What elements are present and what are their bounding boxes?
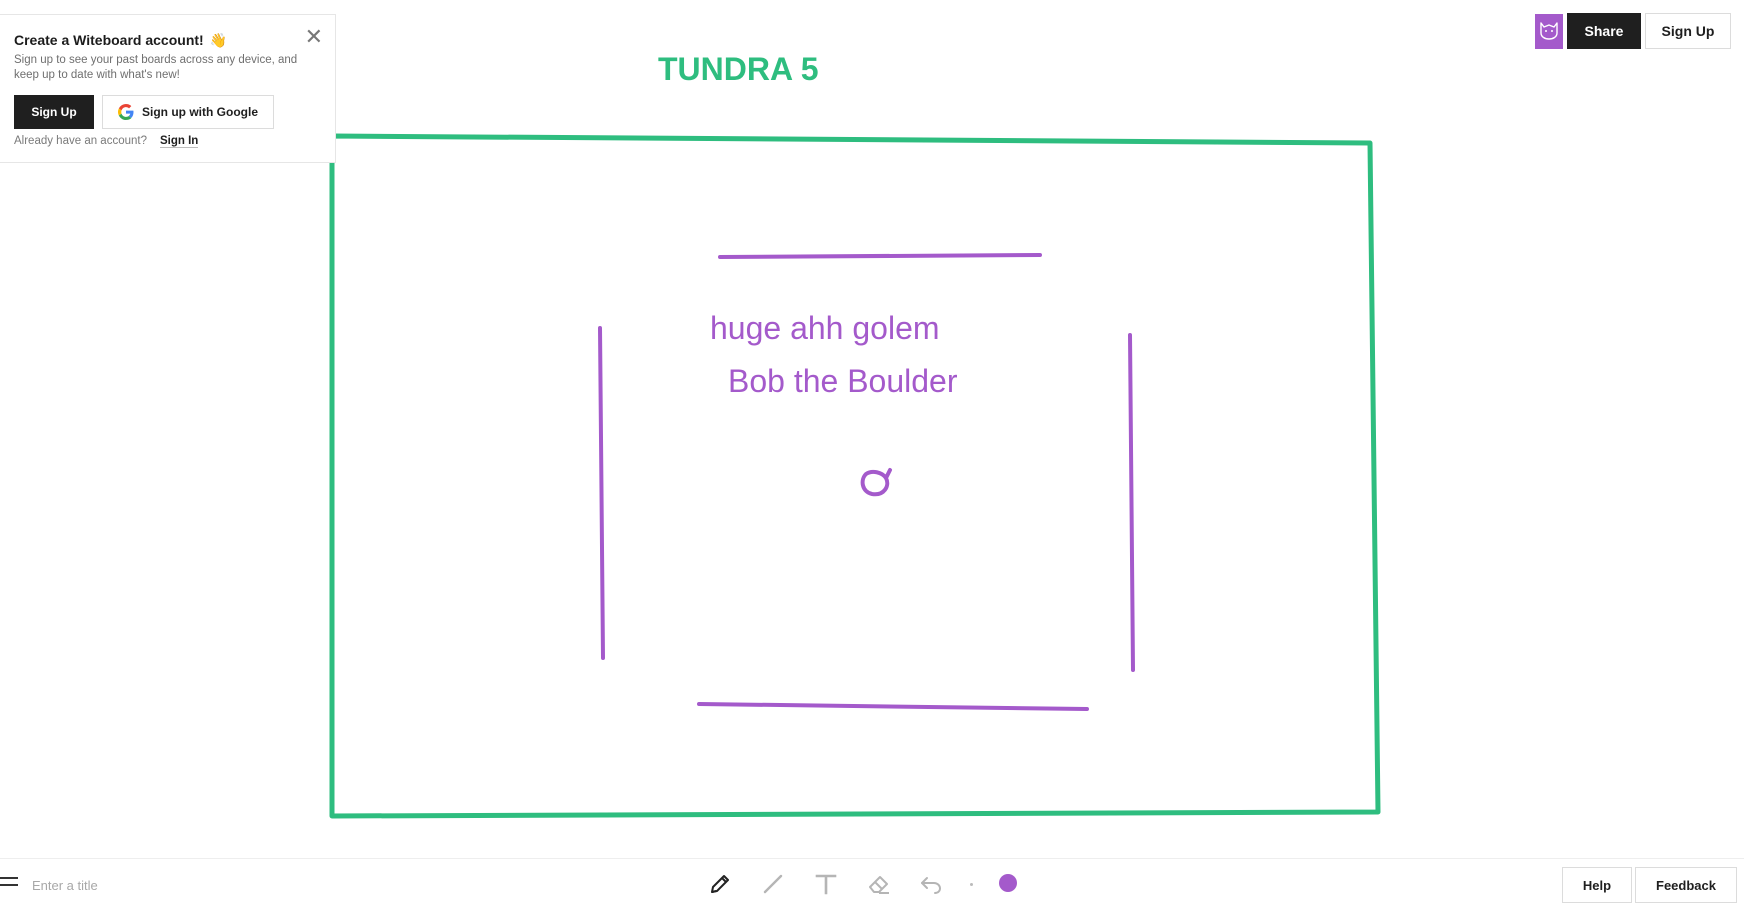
- text-icon: [815, 874, 837, 895]
- purple-scribble: [860, 468, 892, 497]
- signup-popup-title: Create a Witeboard account! 👋: [14, 32, 227, 49]
- brush-size-dot[interactable]: [970, 883, 973, 886]
- close-icon[interactable]: ✕: [305, 26, 323, 48]
- google-icon: [118, 104, 134, 120]
- purple-bottom-line: [697, 702, 1089, 711]
- pen-icon: [711, 875, 729, 893]
- popup-signup-button[interactable]: Sign Up: [14, 95, 94, 129]
- board-text-line-2: Bob the Boulder: [728, 363, 958, 399]
- undo-button[interactable]: [918, 871, 944, 897]
- line-icon: [763, 874, 783, 894]
- already-have-account-text: Already have an account?: [14, 135, 147, 147]
- green-rectangle-stroke: [329, 133, 1381, 819]
- help-button[interactable]: Help: [1562, 867, 1632, 903]
- signup-popup-description: Sign up to see your past boards across a…: [14, 54, 298, 81]
- purple-top-line: [718, 253, 1042, 259]
- feedback-button[interactable]: Feedback: [1635, 867, 1737, 903]
- pen-tool-button[interactable]: [707, 871, 733, 897]
- signup-google-label: Sign up with Google: [142, 105, 258, 119]
- signup-google-button[interactable]: Sign up with Google: [102, 95, 274, 129]
- text-tool-button[interactable]: [813, 871, 839, 897]
- board-heading-text: TUNDRA 5: [658, 51, 819, 87]
- undo-icon: [921, 877, 942, 894]
- purple-right-line: [1128, 333, 1135, 672]
- eraser-icon: [869, 876, 889, 894]
- eraser-tool-button[interactable]: [866, 871, 892, 897]
- bottom-toolbar: Help Feedback: [0, 858, 1744, 909]
- signup-popup: Create a Witeboard account! 👋 ✕ Sign up t…: [0, 14, 336, 163]
- color-picker-swatch[interactable]: [999, 874, 1017, 892]
- board-text-line-1: huge ahh golem: [710, 310, 940, 346]
- board-title-input[interactable]: [30, 873, 334, 897]
- signin-link[interactable]: Sign In: [160, 135, 199, 148]
- signup-popup-title-text: Create a Witeboard account!: [14, 32, 204, 48]
- menu-icon[interactable]: [0, 877, 18, 889]
- purple-left-line: [598, 326, 605, 660]
- line-tool-button[interactable]: [760, 871, 786, 897]
- wave-emoji-icon: 👋: [209, 32, 228, 48]
